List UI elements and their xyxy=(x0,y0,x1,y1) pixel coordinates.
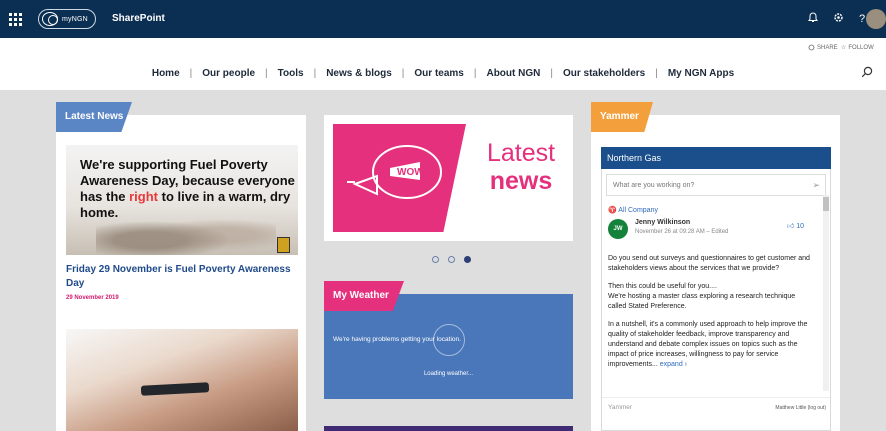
send-icon[interactable]: ➢ xyxy=(812,180,820,191)
nav-item-news-blogs[interactable]: News & blogs xyxy=(326,68,392,79)
thumbs-up-icon: 👍︎ xyxy=(787,223,795,230)
share-label: SHARE xyxy=(817,44,838,51)
share-button[interactable]: SHARE xyxy=(808,44,838,51)
page-actions-bar: SHARE ☆ FOLLOW xyxy=(0,38,886,58)
carousel-dot[interactable] xyxy=(464,256,471,263)
yammer-footer-label: Yammer xyxy=(608,404,633,411)
nav-separator: | xyxy=(473,68,477,79)
nav-item-our-people[interactable]: Our people xyxy=(202,68,255,79)
svg-text:WOW!: WOW! xyxy=(397,167,427,178)
mynqn-logo[interactable]: myNGN xyxy=(38,9,96,29)
banner-line2: news xyxy=(489,167,553,195)
page-content: Latest News We're supporting Fuel Povert… xyxy=(0,90,886,431)
group-icon: ♈ xyxy=(608,207,617,214)
nav-item-home[interactable]: Home xyxy=(152,68,180,79)
post-time: November 26 at 09:28 AM – Edited xyxy=(635,229,729,235)
weather-loading-text: Loading weather... xyxy=(423,371,474,377)
waffle-icon[interactable] xyxy=(0,6,30,32)
nav-separator: | xyxy=(401,68,405,79)
news-title-link[interactable]: Friday 29 November is Fuel Poverty Aware… xyxy=(66,263,298,291)
nav-separator: | xyxy=(655,68,658,79)
nav-menu: Home | Our people | Tools | News & blogs | Our t… xyxy=(0,68,886,79)
news-date: 29 November 2019 xyxy=(66,295,119,301)
logo-text: myNGN xyxy=(62,15,88,23)
yammer-tag: Yammer xyxy=(591,102,653,132)
share-icon xyxy=(808,44,815,51)
star-icon: ☆ xyxy=(841,45,847,51)
app-name[interactable]: SharePoint xyxy=(112,13,165,24)
latest-news-tag: Latest News xyxy=(56,102,132,132)
nav-item-our-teams[interactable]: Our teams xyxy=(414,68,463,79)
yammer-feed: What are you working on? ➢ ♈ All Company… xyxy=(601,169,831,431)
bell-icon[interactable] xyxy=(806,12,820,26)
news-image-phone[interactable] xyxy=(66,329,298,431)
yammer-footer: Yammer Matthew Little (log out) xyxy=(602,397,830,417)
signed-in-user[interactable]: Matthew Little (log out) xyxy=(775,405,826,411)
news-image[interactable]: We're supporting Fuel Poverty Awareness … xyxy=(66,145,298,255)
follow-button[interactable]: ☆ FOLLOW xyxy=(841,44,874,52)
like-button[interactable]: 👍︎ 10 xyxy=(787,221,804,230)
campaign-badge-icon xyxy=(277,237,290,253)
nav-separator: | xyxy=(265,68,268,79)
yammer-webpart: Yammer Northern Gas What are you working… xyxy=(591,102,840,431)
post-paragraph-3: In a nutshell, it's a commonly used appr… xyxy=(608,321,808,368)
weather-tag: My Weather xyxy=(324,281,404,311)
nav-item-about-ngn[interactable]: About NGN xyxy=(486,68,540,79)
gear-icon[interactable] xyxy=(831,12,845,26)
user-avatar[interactable] xyxy=(866,9,886,29)
banner-text: Latest news xyxy=(474,139,568,195)
expand-link[interactable]: expand › xyxy=(660,361,687,368)
search-icon[interactable] xyxy=(861,66,873,78)
banner-graphic: WOW! xyxy=(333,124,466,232)
top-navigation: Home | Our people | Tools | News & blogs | Our t… xyxy=(0,58,886,90)
phone-photo xyxy=(140,382,210,396)
post-paragraph-2: Then this could be useful for you.... We… xyxy=(608,283,796,310)
nav-item-tools[interactable]: Tools xyxy=(278,68,304,79)
post-author[interactable]: Jenny Wilkinson xyxy=(635,219,690,226)
suite-bar: myNGN SharePoint ? xyxy=(0,0,886,38)
latest-news-webpart: Latest News We're supporting Fuel Povert… xyxy=(56,102,306,431)
feed-scrollbar-thumb[interactable] xyxy=(823,197,829,211)
yammer-group-link[interactable]: ♈ All Company xyxy=(608,206,658,214)
weather-webpart: My Weather We're having problems getting… xyxy=(324,281,573,399)
weather-error-message: We're having problems getting your locat… xyxy=(333,336,461,343)
follow-label: FOLLOW xyxy=(848,44,874,51)
next-webpart-header xyxy=(324,426,573,431)
nav-item-our-stakeholders[interactable]: Our stakeholders xyxy=(563,68,645,79)
feed-scrollbar[interactable] xyxy=(823,195,829,391)
author-avatar[interactable]: JW xyxy=(608,219,628,239)
logo-mark-icon xyxy=(42,12,58,26)
post-paragraph-1: Do you send out surveys and questionnair… xyxy=(608,255,810,272)
nav-separator: | xyxy=(313,68,317,79)
banner-line1: Latest xyxy=(486,139,556,167)
yammer-group-title: Northern Gas xyxy=(601,147,831,169)
post-body: Do you send out surveys and questionnair… xyxy=(608,254,813,378)
yammer-post-input[interactable]: What are you working on? xyxy=(606,174,826,196)
news-image-text: We're supporting Fuel Poverty Awareness … xyxy=(80,157,295,220)
nav-separator: | xyxy=(189,68,193,79)
carousel-dot[interactable] xyxy=(432,256,439,263)
megaphone-icon: WOW! xyxy=(347,145,442,199)
nav-item-my-ngn-apps[interactable]: My NGN Apps xyxy=(668,68,734,79)
nav-separator: | xyxy=(550,68,553,79)
carousel-dot[interactable] xyxy=(448,256,455,263)
carousel-dots xyxy=(432,256,471,263)
latest-news-banner[interactable]: WOW! Latest news xyxy=(324,115,573,241)
